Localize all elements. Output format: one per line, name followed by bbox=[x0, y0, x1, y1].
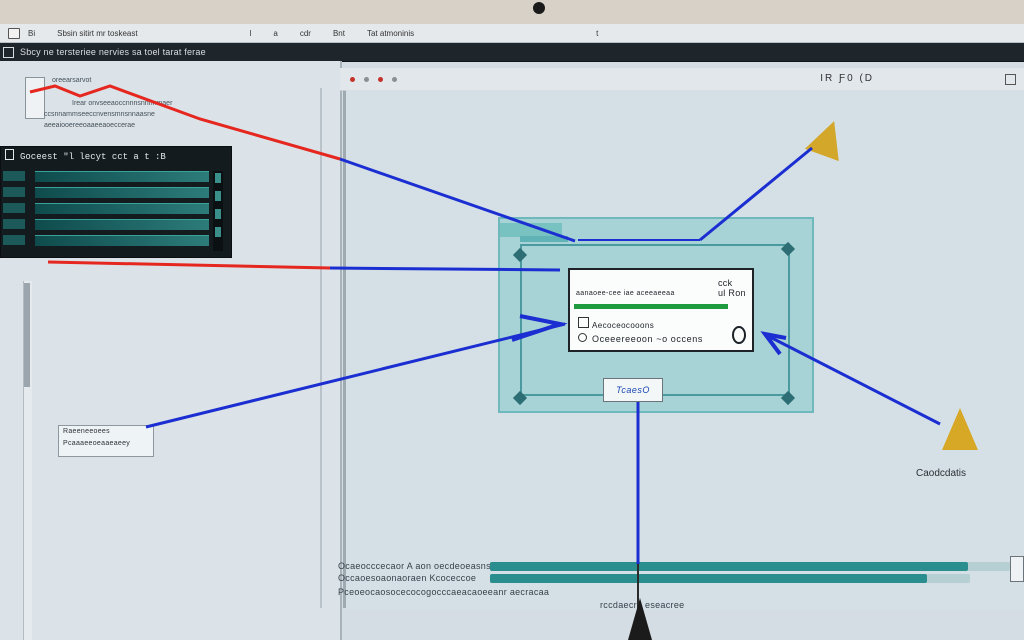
dark-list-panel: Goceest "l lecyt cct a t :B bbox=[0, 146, 232, 258]
dark-panel-scrollbar[interactable] bbox=[213, 171, 223, 251]
header-line: Irear onvseeaoccnnnsnnnnmaer bbox=[72, 100, 173, 107]
pause-icon[interactable] bbox=[392, 76, 397, 82]
source-node-line: Raeeneeoees bbox=[63, 428, 110, 435]
list-row[interactable] bbox=[35, 171, 209, 182]
toolbar-readout: IR Ƒ0 (D bbox=[820, 73, 874, 84]
title-item[interactable]: Tat atmoninis bbox=[367, 29, 414, 38]
progress-bar bbox=[490, 562, 968, 571]
progress-bar bbox=[490, 574, 927, 583]
list-row[interactable] bbox=[35, 203, 209, 214]
scroll-step[interactable] bbox=[215, 227, 221, 237]
card-badge-line: cck bbox=[718, 278, 733, 288]
card-progress-bar bbox=[574, 304, 728, 309]
title-item[interactable]: Bi bbox=[28, 29, 35, 38]
card-field: Oceeereeoon ~o occens bbox=[592, 334, 703, 344]
title-item[interactable]: cdr bbox=[300, 29, 311, 38]
list-row-marker bbox=[3, 203, 25, 213]
scroll-step[interactable] bbox=[215, 191, 221, 201]
window-icon[interactable] bbox=[8, 27, 20, 39]
scroll-arrows-icon[interactable] bbox=[1010, 556, 1024, 582]
info-card[interactable]: aanaoee-cee iae aceeaeeaa cck ul Ron Aec… bbox=[568, 268, 754, 352]
title-item[interactable]: Bnt bbox=[333, 29, 345, 38]
list-row-marker bbox=[3, 235, 25, 245]
stand-icon bbox=[628, 598, 652, 640]
canvas-toolbar: IR Ƒ0 (D bbox=[340, 68, 1024, 91]
title-item[interactable]: t bbox=[596, 29, 598, 38]
card-checkbox[interactable] bbox=[578, 317, 589, 328]
scroll-step[interactable] bbox=[215, 209, 221, 219]
card-radio[interactable] bbox=[578, 333, 587, 342]
card-field: Aecoceocooons bbox=[592, 321, 655, 330]
source-node[interactable]: Raeeneeoees Pcaaaeeoeaaeaeey bbox=[58, 425, 154, 457]
node-header-strip bbox=[500, 223, 562, 237]
list-row[interactable] bbox=[35, 187, 209, 198]
header-line: aeeaiooereeoaaeeaoeccerae bbox=[44, 122, 136, 129]
stop-icon[interactable] bbox=[364, 76, 369, 82]
screen: Bi Sbsin sitirt mr toskeast l a cdr Bnt … bbox=[0, 24, 1024, 640]
left-scrollbar-thumb[interactable] bbox=[24, 283, 30, 387]
header-line: ccsnnammseeccnvensmnsnnaasne bbox=[44, 111, 155, 118]
list-row[interactable] bbox=[35, 235, 209, 246]
list-row-marker bbox=[3, 187, 25, 197]
dark-panel-title-text: Goceest "l lecyt cct a t :B bbox=[20, 152, 166, 162]
candidates-label: Caodcdatis bbox=[916, 468, 967, 479]
os-title-bar: Bi Sbsin sitirt mr toskeast l a cdr Bnt … bbox=[0, 24, 1024, 43]
source-node-line: Pcaaaeeoeaaeaeey bbox=[63, 440, 131, 447]
marker-cone-icon[interactable] bbox=[942, 408, 978, 450]
title-item[interactable]: a bbox=[273, 29, 277, 38]
status-text: Pceoeocaosocecocogocccaeacaoeeanr aecrac… bbox=[338, 587, 550, 597]
card-header-text: aanaoee-cee iae aceeaeeaa bbox=[576, 290, 675, 297]
panel-divider[interactable] bbox=[320, 88, 322, 608]
card-badge: cck ul Ron bbox=[718, 278, 746, 298]
scroll-step[interactable] bbox=[215, 173, 221, 183]
record-icon[interactable] bbox=[378, 76, 383, 82]
record-icon[interactable] bbox=[350, 76, 355, 82]
list-row[interactable] bbox=[35, 219, 209, 230]
node-header-strip bbox=[520, 236, 568, 242]
card-badge-line: ul Ron bbox=[718, 288, 746, 298]
status-text: Occaoesoaonaoraen Kcoceccoe bbox=[338, 573, 477, 583]
dark-panel-title: Goceest "l lecyt cct a t :B bbox=[1, 147, 231, 167]
status-text: Ocaeocccecaor A aon oecdeoeasns bbox=[338, 561, 491, 571]
connector-handle-icon[interactable] bbox=[732, 326, 746, 344]
header-line: oreearsarvot bbox=[52, 77, 92, 84]
left-header: oreearsarvot Irear onvseeaoccnnnsnnnnmae… bbox=[22, 75, 322, 135]
output-tag[interactable]: TcaesO bbox=[603, 378, 663, 402]
title-item[interactable]: Sbsin sitirt mr toskeast bbox=[57, 29, 137, 38]
webcam-icon bbox=[533, 2, 545, 14]
panel-icon bbox=[5, 149, 14, 160]
menu-bar: Sbcy ne tersteriee nervies sa toel tarat… bbox=[0, 43, 1024, 62]
menu-items[interactable]: Sbcy ne tersteriee nervies sa toel tarat… bbox=[20, 47, 206, 57]
title-item[interactable]: l bbox=[250, 29, 252, 38]
list-row-marker bbox=[3, 219, 25, 229]
app-icon[interactable] bbox=[3, 46, 14, 58]
window-restore-icon[interactable] bbox=[1005, 74, 1016, 85]
list-row-marker bbox=[3, 171, 25, 181]
